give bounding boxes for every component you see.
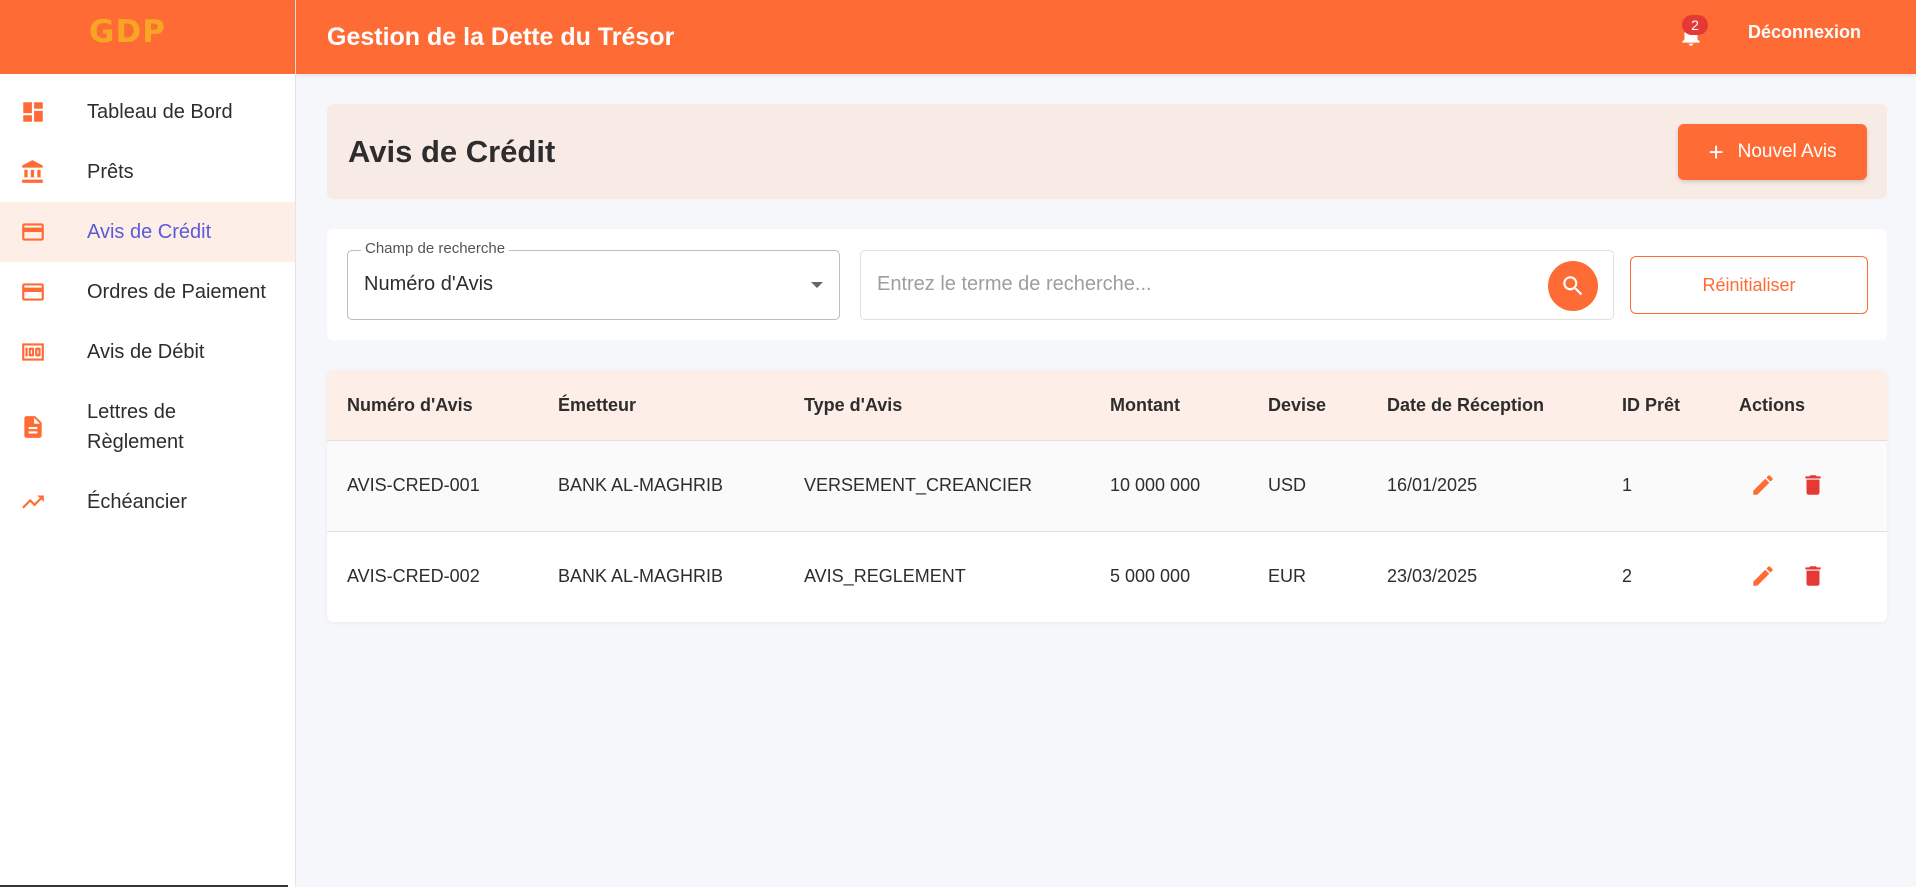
column-header-devise[interactable]: Devise	[1268, 395, 1326, 416]
column-header-id-pret[interactable]: ID Prêt	[1622, 395, 1680, 416]
edit-icon[interactable]	[1748, 470, 1778, 500]
page-header-card: Avis de Crédit + Nouvel Avis	[327, 104, 1887, 199]
edit-icon[interactable]	[1748, 561, 1778, 591]
table-header: Numéro d'Avis Émetteur Type d'Avis Monta…	[327, 370, 1887, 441]
page-title: Avis de Crédit	[348, 133, 556, 169]
sidebar-item-tableau-de-bord[interactable]: Tableau de Bord	[0, 82, 295, 142]
sidebar-item-label: Avis de Débit	[87, 341, 205, 363]
app-logo[interactable]: GDP	[89, 14, 166, 50]
trending-up-icon	[19, 488, 47, 516]
sidebar-item-echeancier[interactable]: Échéancier	[0, 472, 295, 532]
column-header-montant[interactable]: Montant	[1110, 395, 1180, 416]
delete-icon[interactable]	[1798, 470, 1828, 500]
caret-down-icon	[811, 282, 823, 288]
cell-date: 23/03/2025	[1387, 566, 1478, 586]
cell-devise: EUR	[1268, 566, 1307, 586]
sidebar-item-label: Prêts	[87, 161, 134, 183]
sidebar-item-lettres-de-reglement[interactable]: Lettres de Règlement	[0, 382, 295, 472]
credit-card-icon	[19, 218, 47, 246]
column-header-type[interactable]: Type d'Avis	[804, 395, 902, 416]
sidebar-item-label: Avis de Crédit	[87, 221, 212, 243]
new-avis-label: Nouvel Avis	[1737, 141, 1837, 162]
sidebar-item-label: Lettres de Règlement	[87, 401, 184, 453]
bank-icon	[19, 158, 47, 186]
app-title: Gestion de la Dette du Trésor	[327, 22, 675, 51]
notification-badge: 2	[1682, 15, 1708, 35]
cell-id-pret: 2	[1622, 566, 1633, 586]
search-field-label: Champ de recherche	[361, 240, 510, 257]
sidebar-item-ordres-de-paiement[interactable]: Ordres de Paiement	[0, 262, 295, 322]
column-header-numero[interactable]: Numéro d'Avis	[347, 395, 473, 416]
credit-card-icon	[19, 278, 47, 306]
sidebar-item-label: Échéancier	[87, 491, 188, 513]
delete-icon[interactable]	[1798, 561, 1828, 591]
cell-numero: AVIS-CRED-001	[347, 475, 480, 495]
cell-emetteur: BANK AL-MAGHRIB	[558, 475, 724, 495]
new-avis-button[interactable]: + Nouvel Avis	[1678, 124, 1867, 180]
sidebar-item-prets[interactable]: Prêts	[0, 142, 295, 202]
cell-id-pret: 1	[1622, 475, 1633, 495]
cell-date: 16/01/2025	[1387, 475, 1478, 495]
cell-emetteur: BANK AL-MAGHRIB	[558, 566, 724, 586]
plus-icon: +	[1708, 137, 1724, 167]
search-box	[860, 250, 1614, 320]
column-header-emetteur[interactable]: Émetteur	[558, 395, 636, 416]
sidebar-nav: Tableau de Bord Prêts Avis de Crédit Ord…	[0, 82, 295, 532]
money-icon	[19, 338, 47, 366]
sidebar: GDP Tableau de Bord Prêts Avis de Crédit…	[0, 0, 296, 887]
cell-devise: USD	[1268, 475, 1307, 495]
dashboard-icon	[19, 98, 47, 126]
avis-table: Numéro d'Avis Émetteur Type d'Avis Monta…	[327, 370, 1887, 622]
app-header: Gestion de la Dette du Trésor 2 Déconnex…	[296, 0, 1916, 74]
search-field-select[interactable]: Champ de recherche Numéro d'Avis	[347, 240, 840, 320]
search-button[interactable]	[1548, 261, 1598, 311]
search-icon	[1563, 276, 1583, 296]
sidebar-item-label: Tableau de Bord	[87, 101, 233, 123]
table-row: AVIS-CRED-002 BANK AL-MAGHRIB AVIS_REGLE…	[327, 532, 1887, 622]
search-input[interactable]	[877, 273, 1517, 296]
column-header-date[interactable]: Date de Réception	[1387, 395, 1544, 416]
cell-montant: 5 000 000	[1110, 566, 1191, 586]
sidebar-item-label: Ordres de Paiement	[87, 281, 266, 303]
sidebar-item-avis-de-debit[interactable]: Avis de Débit	[0, 322, 295, 382]
column-header-actions: Actions	[1739, 395, 1806, 415]
sidebar-item-avis-de-credit[interactable]: Avis de Crédit	[0, 202, 295, 262]
table-row: AVIS-CRED-001 BANK AL-MAGHRIB VERSEMENT_…	[327, 441, 1887, 532]
cell-numero: AVIS-CRED-002	[347, 566, 480, 586]
document-icon	[19, 413, 47, 441]
logout-button[interactable]: Déconnexion	[1748, 22, 1861, 43]
reset-button[interactable]: Réinitialiser	[1630, 256, 1868, 314]
cell-montant: 10 000 000	[1110, 475, 1201, 495]
cell-type: VERSEMENT_CREANCIER	[804, 475, 1033, 495]
search-card: Champ de recherche Numéro d'Avis Réiniti…	[327, 229, 1887, 340]
logo-area: GDP	[0, 0, 295, 74]
cell-type: AVIS_REGLEMENT	[804, 566, 966, 586]
search-field-value: Numéro d'Avis	[364, 273, 494, 295]
